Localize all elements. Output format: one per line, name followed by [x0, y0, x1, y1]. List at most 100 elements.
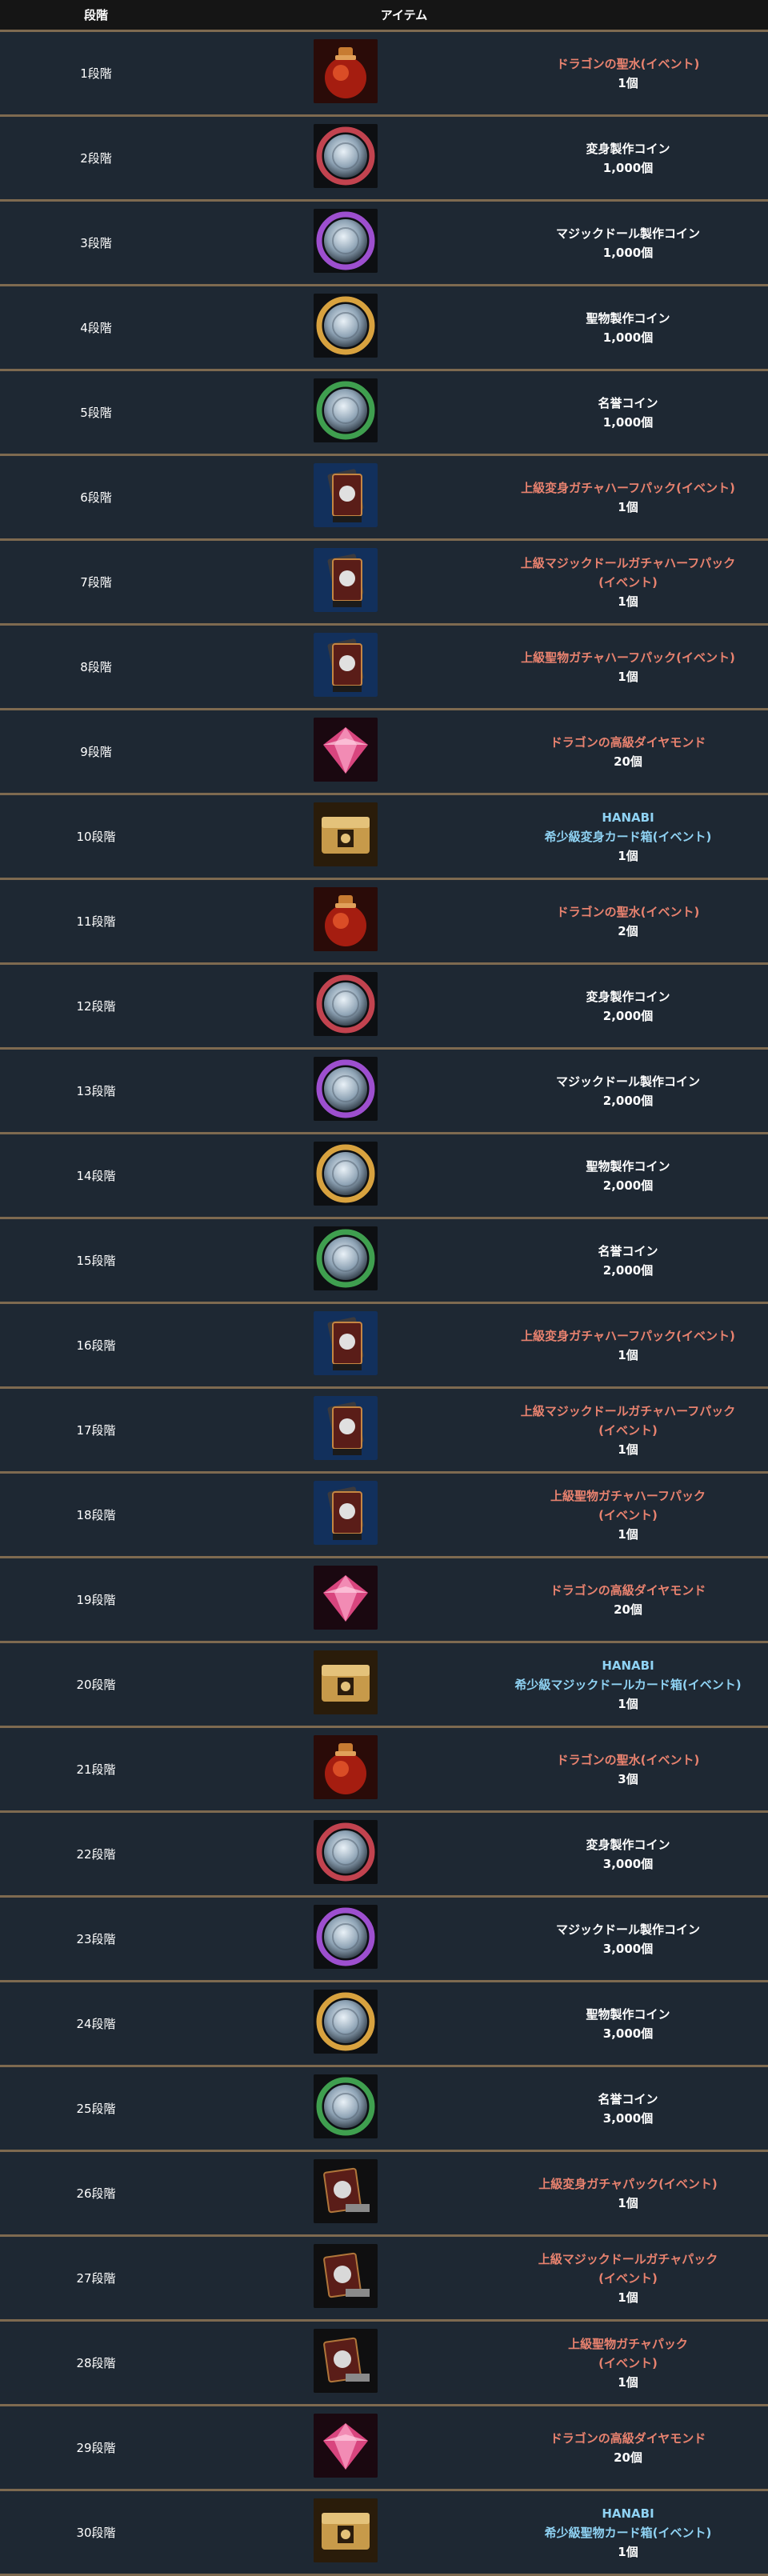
dragon-holy-water-icon: [314, 1735, 378, 1799]
item-name: (イベント): [598, 1422, 658, 1438]
item-description: 名誉コイン 2,000個: [488, 1219, 768, 1302]
item-quantity: 1個: [618, 1347, 638, 1362]
table-row: 10段階 HANABI 希少級変身カード箱(イベント) 1個: [0, 795, 768, 880]
item-description: ドラゴンの高級ダイヤモンド 20個: [488, 710, 768, 793]
table-row: 20段階 HANABI 希少級マジックドールカード箱(イベント) 1個: [0, 1643, 768, 1728]
item-description: 上級変身ガチャハーフパック(イベント) 1個: [488, 1304, 768, 1386]
item-name: 変身製作コイン: [586, 989, 670, 1004]
item-quantity: 2,000個: [602, 1178, 654, 1193]
table-row: 5段階 名誉コイン 1,000個: [0, 371, 768, 456]
transform-coin-icon: [314, 124, 378, 188]
card-pack-icon: [314, 633, 378, 697]
item-name: (イベント): [598, 2355, 658, 2370]
item-quantity: 2,000個: [602, 1008, 654, 1023]
item-description: 上級聖物ガチャハーフパック(イベント)1個: [488, 1474, 768, 1556]
item-name: 名誉コイン: [598, 1243, 658, 1258]
table-row: 26段階 上級変身ガチャパック(イベント) 1個: [0, 2152, 768, 2237]
magic-doll-coin-icon: [314, 209, 378, 273]
stage-label: 19段階: [76, 1593, 116, 1607]
stage-label: 29段階: [76, 2441, 116, 2455]
dragon-diamond-icon: [314, 1566, 378, 1630]
stage-label: 24段階: [76, 2017, 116, 2031]
item-quantity: 3個: [618, 1771, 638, 1786]
item-description: マジックドール製作コイン 3,000個: [488, 1898, 768, 1980]
table-row: 6段階 上級変身ガチャハーフパック(イベント) 1個: [0, 456, 768, 541]
item-name: 希少級マジックドールカード箱(イベント): [514, 1677, 742, 1692]
item-description: ドラゴンの聖水(イベント) 3個: [488, 1728, 768, 1810]
dragon-holy-water-icon: [314, 887, 378, 951]
stage-label: 9段階: [80, 745, 112, 759]
item-quantity: 3,000個: [602, 1941, 654, 1956]
item-quantity: 20個: [614, 754, 642, 769]
item-name: 変身製作コイン: [586, 1837, 670, 1852]
holy-item-coin-icon: [314, 1990, 378, 2054]
stage-rewards-table: 段階 アイテム 1段階 ドラゴンの聖水(イベント) 1個 2段階 変身製作コイン 1,…: [0, 0, 768, 2576]
item-name: ドラゴンの聖水(イベント): [556, 904, 700, 919]
table-row: 27段階 上級マジックドールガチャパック (イベント) 1個: [0, 2237, 768, 2322]
item-description: 聖物製作コイン 1,000個: [488, 286, 768, 369]
item-name: 聖物製作コイン: [586, 1158, 670, 1174]
header-stage: 段階: [83, 8, 108, 22]
item-quantity: 1個: [618, 1696, 638, 1711]
item-quantity: 1個: [618, 499, 638, 514]
dragon-diamond-icon: [314, 718, 378, 782]
item-name: ドラゴンの聖水(イベント): [556, 56, 700, 71]
item-quantity: 1個: [618, 1526, 638, 1542]
item-quantity: 1個: [618, 2544, 638, 2559]
stage-label: 28段階: [76, 2356, 116, 2370]
item-name: HANABI: [602, 1658, 654, 1673]
holy-item-coin-icon: [314, 1142, 378, 1206]
item-name: 聖物製作コイン: [586, 310, 670, 326]
card-pack-icon: [314, 1396, 378, 1460]
stage-label: 2段階: [80, 151, 112, 166]
item-quantity: 3,000個: [602, 2026, 654, 2041]
stage-label: 17段階: [76, 1423, 116, 1438]
item-description: ドラゴンの高級ダイヤモンド 20個: [488, 2406, 768, 2489]
item-name: マジックドール製作コイン: [555, 226, 700, 241]
item-description: 変身製作コイン 2,000個: [488, 965, 768, 1047]
item-quantity: 1,000個: [602, 245, 654, 260]
item-name: 上級聖物ガチャハーフパック(イベント): [521, 650, 735, 665]
item-name: (イベント): [598, 2270, 658, 2286]
table-row: 28段階 上級聖物ガチャパック (イベント) 1個: [0, 2322, 768, 2406]
item-name: 名誉コイン: [598, 395, 658, 410]
magic-doll-coin-icon: [314, 1905, 378, 1969]
item-name: 聖物製作コイン: [586, 2006, 670, 2022]
item-name: ドラゴンの高級ダイヤモンド: [550, 1582, 706, 1598]
item-name: 上級マジックドールガチャハーフパック: [520, 555, 736, 570]
item-description: 上級マジックドールガチャハーフパック (イベント) 1個: [488, 541, 768, 623]
card-pack-icon: [314, 463, 378, 527]
item-description: ドラゴンの高級ダイヤモンド 20個: [488, 1558, 768, 1641]
item-description: 聖物製作コイン 2,000個: [488, 1134, 768, 1217]
table-row: 14段階 聖物製作コイン 2,000個: [0, 1134, 768, 1219]
table-row: 15段階 名誉コイン 2,000個: [0, 1219, 768, 1304]
magic-doll-coin-icon: [314, 1057, 378, 1121]
item-description: 上級聖物ガチャハーフパック(イベント) 1個: [488, 626, 768, 708]
item-quantity: 1個: [618, 669, 638, 684]
item-description: ドラゴンの聖水(イベント) 2個: [488, 880, 768, 962]
table-body: 1段階 ドラゴンの聖水(イベント) 1個 2段階 変身製作コイン 1,000個 3段階 …: [0, 32, 768, 2576]
item-description: 聖物製作コイン 3,000個: [488, 1982, 768, 2065]
gacha-pack-icon: [314, 2159, 378, 2223]
card-pack-icon: [314, 548, 378, 612]
table-row: 8段階 上級聖物ガチャハーフパック(イベント) 1個: [0, 626, 768, 710]
stage-label: 4段階: [80, 321, 112, 335]
stage-label: 18段階: [76, 1508, 116, 1522]
table-row: 2段階 変身製作コイン 1,000個: [0, 117, 768, 202]
dragon-holy-water-icon: [314, 39, 378, 103]
item-quantity: 20個: [614, 1602, 642, 1617]
item-description: 変身製作コイン 3,000個: [488, 1813, 768, 1895]
item-description: 上級マジックドールガチャハーフパック (イベント) 1個: [488, 1389, 768, 1471]
card-pack-icon: [314, 1311, 378, 1375]
item-quantity: 3,000個: [602, 1856, 654, 1871]
item-description: 上級聖物ガチャパック (イベント) 1個: [488, 2322, 768, 2404]
item-name: 希少級聖物カード箱(イベント): [544, 2525, 712, 2540]
table-row: 11段階 ドラゴンの聖水(イベント) 2個: [0, 880, 768, 965]
table-row: 9段階 ドラゴンの高級ダイヤモンド 20個: [0, 710, 768, 795]
stage-label: 10段階: [76, 830, 116, 844]
stage-label: 16段階: [76, 1338, 116, 1353]
table-header: 段階 アイテム: [0, 0, 768, 32]
item-quantity: 1個: [618, 1442, 638, 1457]
item-quantity: 2個: [618, 923, 638, 938]
item-name: HANABI: [602, 2506, 654, 2521]
